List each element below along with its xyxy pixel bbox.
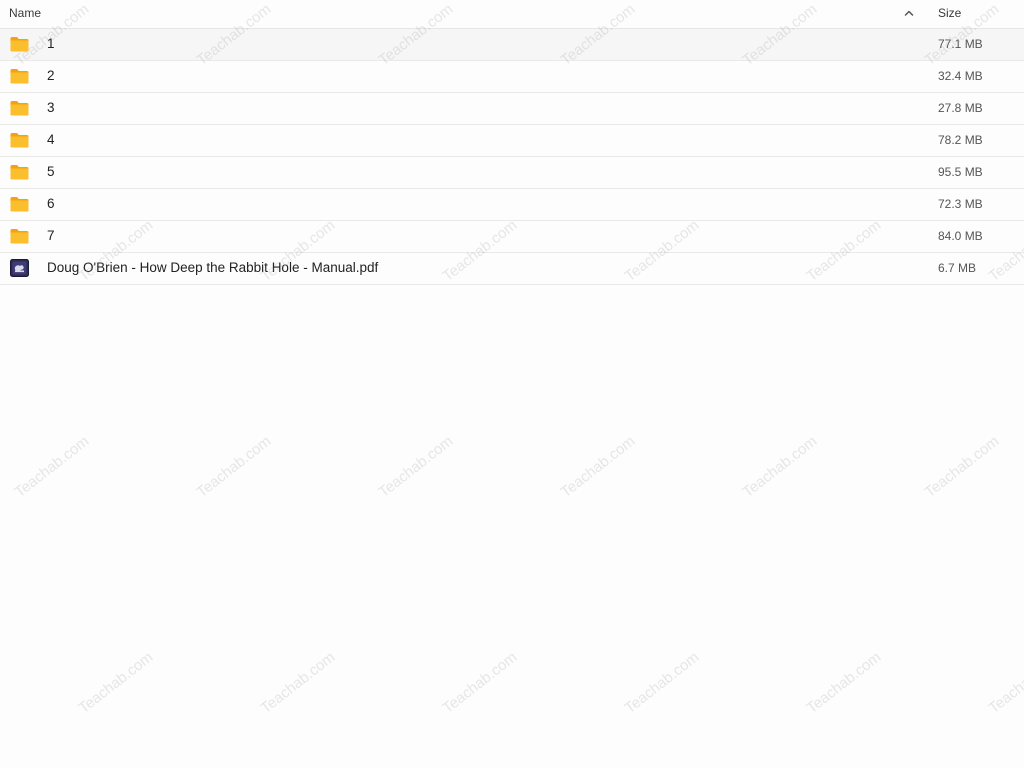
watermark-text: Teachab.com xyxy=(803,648,885,717)
folder-icon xyxy=(10,227,29,245)
file-size: 32.4 MB xyxy=(938,69,983,83)
watermark-text: Teachab.com xyxy=(11,432,93,501)
list-item-pdf[interactable]: Doug O'Brien - How Deep the Rabbit Hole … xyxy=(0,253,1024,285)
list-item-folder-4[interactable]: 4 78.2 MB xyxy=(0,125,1024,157)
file-name: 5 xyxy=(47,164,55,179)
file-size: 27.8 MB xyxy=(938,101,983,115)
file-size: 77.1 MB xyxy=(938,37,983,51)
watermark-text: Teachab.com xyxy=(985,648,1024,717)
folder-icon xyxy=(10,163,29,181)
watermark-text: Teachab.com xyxy=(193,432,275,501)
list-item-folder-1[interactable]: 1 77.1 MB xyxy=(0,29,1024,61)
folder-icon xyxy=(10,131,29,149)
watermark-text: Teachab.com xyxy=(375,432,457,501)
file-name: 4 xyxy=(47,132,55,147)
file-size: 72.3 MB xyxy=(938,197,983,211)
name-column-header[interactable]: Name xyxy=(9,6,41,20)
file-size: 84.0 MB xyxy=(938,229,983,243)
file-name: 6 xyxy=(47,196,55,211)
folder-icon xyxy=(10,195,29,213)
folder-icon xyxy=(10,67,29,85)
watermark-text: Teachab.com xyxy=(439,648,521,717)
file-size: 95.5 MB xyxy=(938,165,983,179)
list-header: Name Size xyxy=(0,0,1024,29)
chevron-up-icon[interactable] xyxy=(901,5,917,21)
list-item-folder-6[interactable]: 6 72.3 MB xyxy=(0,189,1024,221)
file-name: 3 xyxy=(47,100,55,115)
list-item-folder-5[interactable]: 5 95.5 MB xyxy=(0,157,1024,189)
watermark-text: Teachab.com xyxy=(739,432,821,501)
file-browser: Name Size 1 77.1 MB 2 32.4 MB 3 27.8 MB … xyxy=(0,0,1024,768)
file-name: 7 xyxy=(47,228,55,243)
list-item-folder-3[interactable]: 3 27.8 MB xyxy=(0,93,1024,125)
watermark-text: Teachab.com xyxy=(557,432,639,501)
watermark-text: Teachab.com xyxy=(75,648,157,717)
file-list: 1 77.1 MB 2 32.4 MB 3 27.8 MB 4 78.2 MB xyxy=(0,29,1024,285)
watermark-text: Teachab.com xyxy=(921,432,1003,501)
file-name: 1 xyxy=(47,36,55,51)
file-name: 2 xyxy=(47,68,55,83)
list-item-folder-7[interactable]: 7 84.0 MB xyxy=(0,221,1024,253)
file-size: 6.7 MB xyxy=(938,261,977,275)
watermark-text: Teachab.com xyxy=(257,648,339,717)
folder-icon xyxy=(10,99,29,117)
folder-icon xyxy=(10,35,29,53)
size-column-header[interactable]: Size xyxy=(938,6,961,20)
list-item-folder-2[interactable]: 2 32.4 MB xyxy=(0,61,1024,93)
file-name: Doug O'Brien - How Deep the Rabbit Hole … xyxy=(47,260,379,275)
watermark-text: Teachab.com xyxy=(621,648,703,717)
file-size: 78.2 MB xyxy=(938,133,983,147)
pdf-thumbnail-icon xyxy=(10,259,29,277)
